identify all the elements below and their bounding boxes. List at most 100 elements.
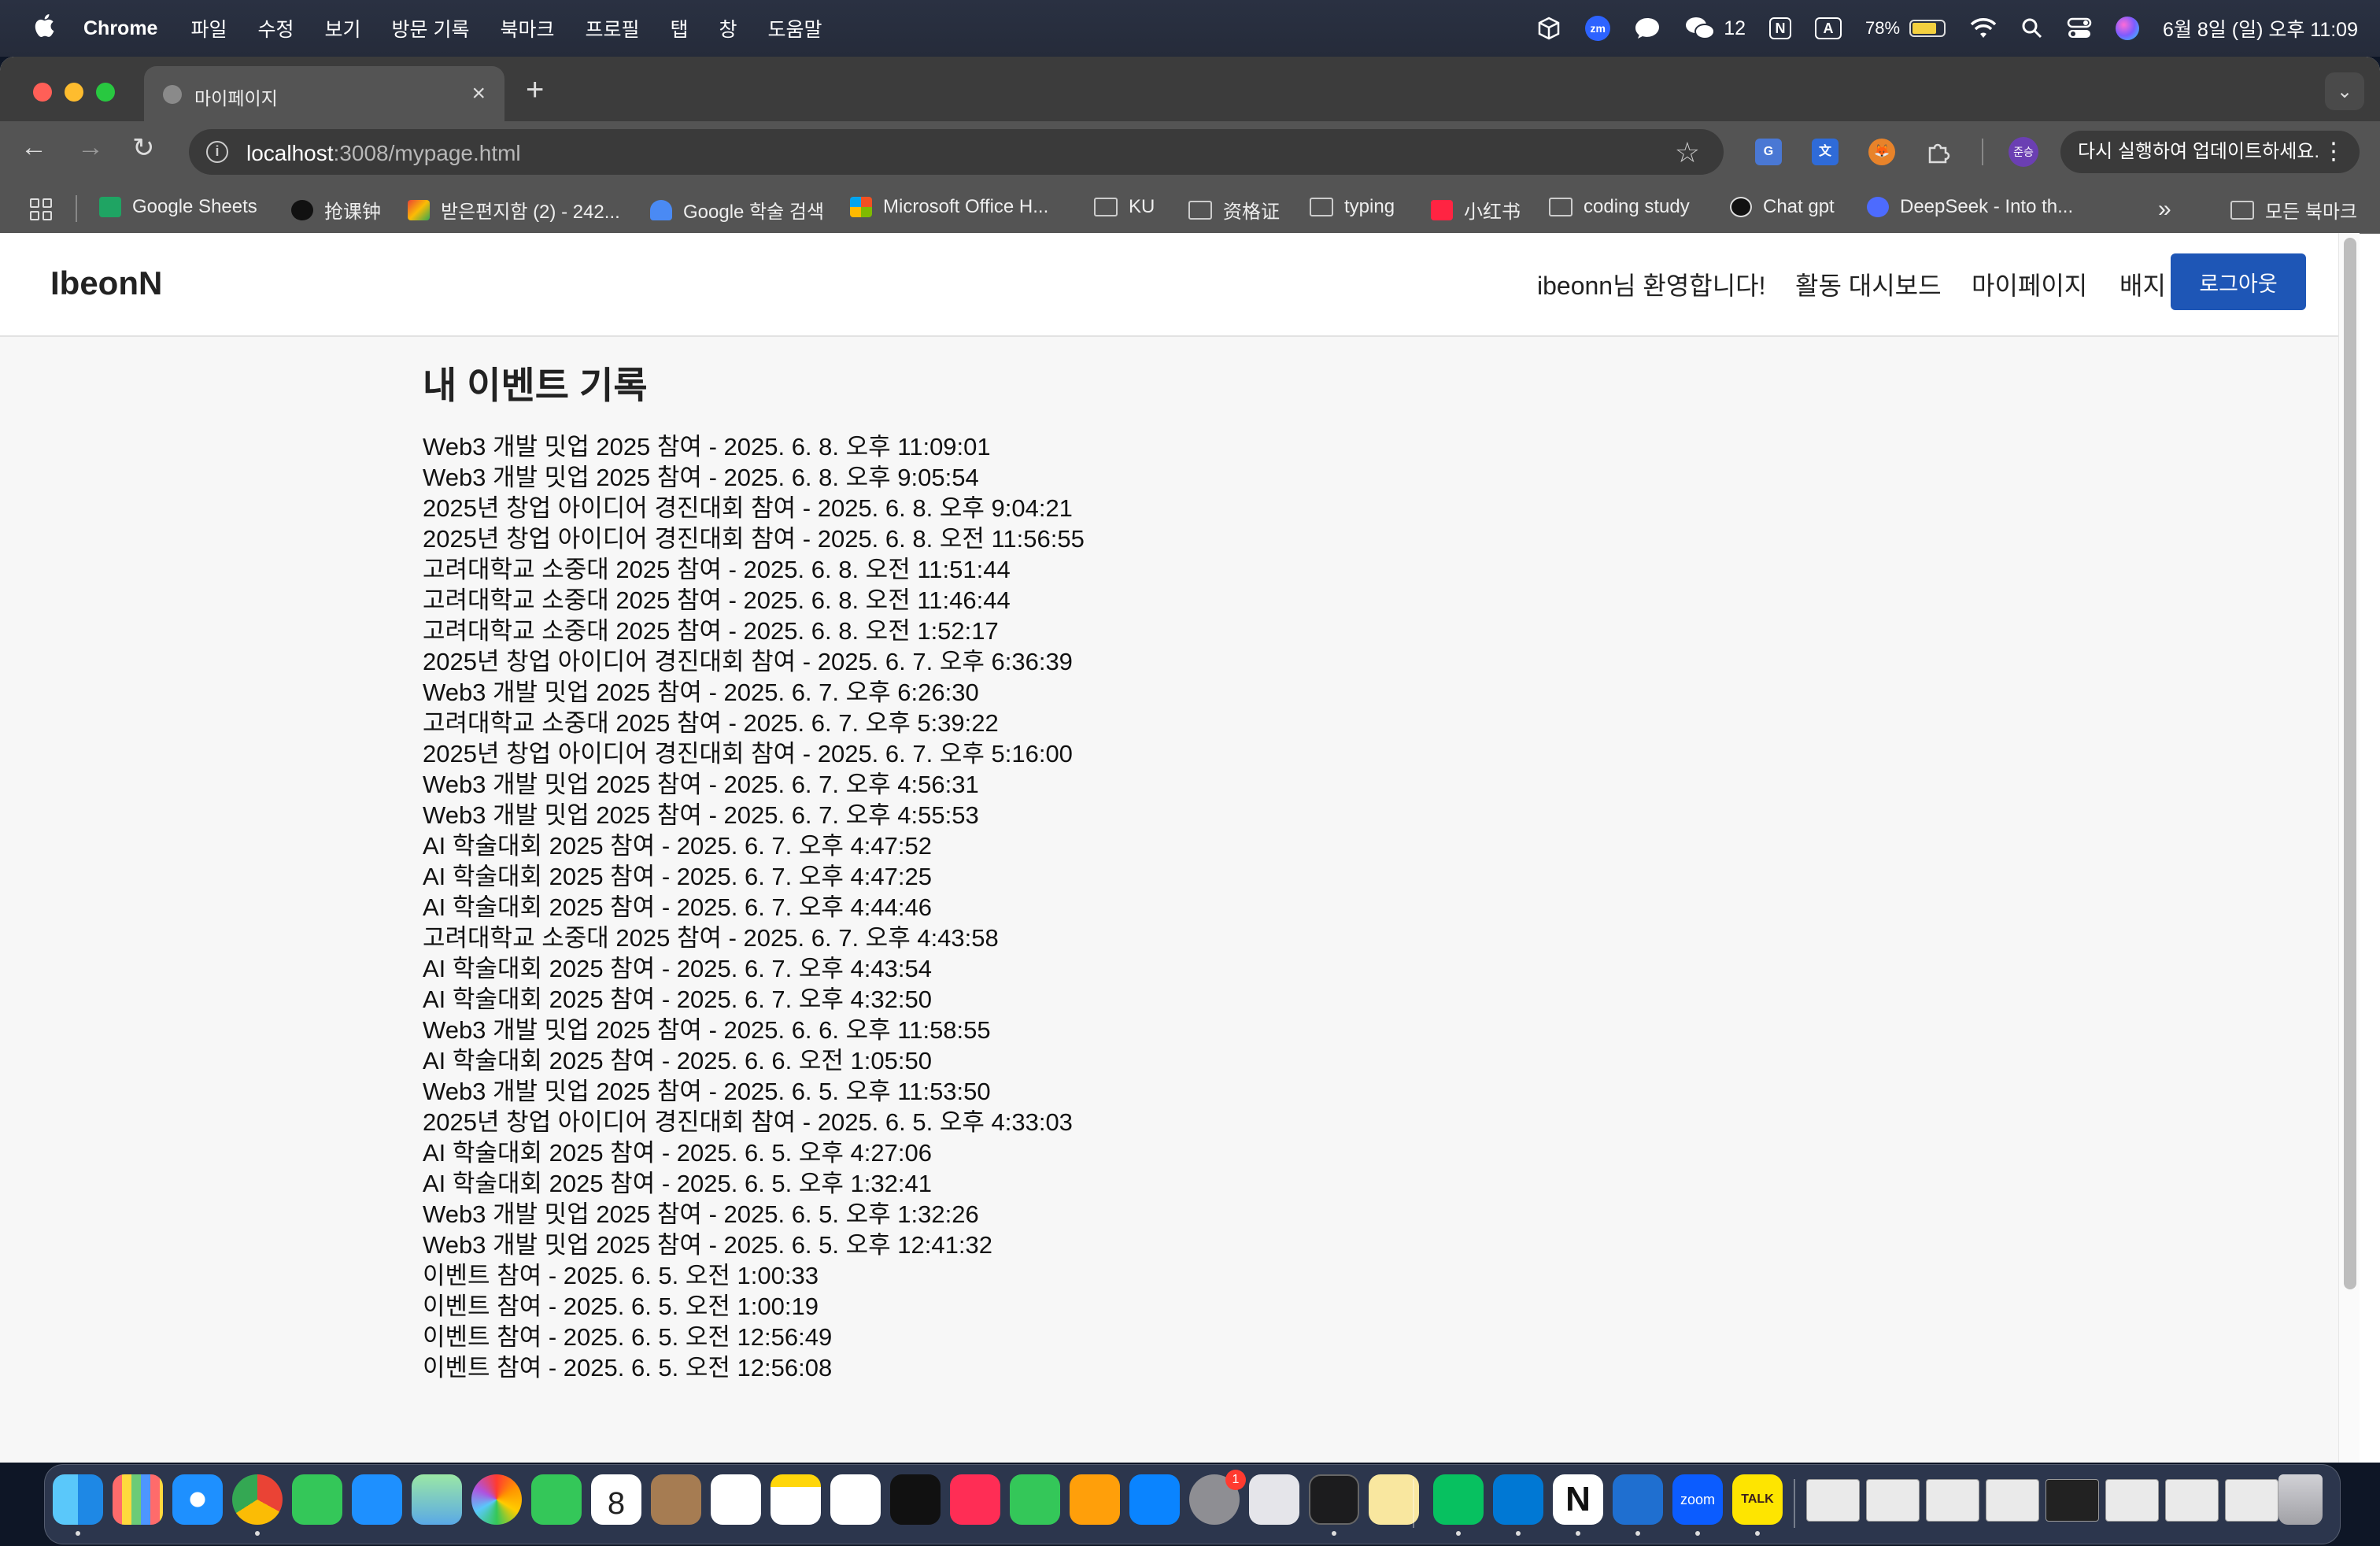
chat-bubble-icon[interactable] bbox=[1634, 17, 1661, 40]
facetime-icon[interactable] bbox=[531, 1474, 582, 1525]
maps-icon[interactable] bbox=[412, 1474, 462, 1525]
nav-mypage[interactable]: 마이페이지 bbox=[1972, 266, 2087, 302]
vscode-icon[interactable] bbox=[1493, 1474, 1543, 1525]
tab-mypage[interactable]: 마이페이지 × bbox=[144, 66, 504, 121]
numbers-icon[interactable] bbox=[1010, 1474, 1060, 1525]
pages-icon[interactable] bbox=[1070, 1474, 1120, 1525]
menu-profiles[interactable]: 프로필 bbox=[585, 14, 639, 43]
input-source-icon[interactable]: A bbox=[1815, 17, 1842, 39]
translate-extension-icon[interactable]: 文 bbox=[1812, 139, 1839, 165]
minimize-window-button[interactable] bbox=[65, 83, 83, 102]
bookmark-gmail-inbox[interactable]: 받은편지함 (2) - 242... bbox=[408, 196, 620, 224]
wechat-dock-icon[interactable] bbox=[1433, 1474, 1484, 1525]
wechat-status[interactable]: 12 bbox=[1684, 16, 1746, 41]
nav-badges[interactable]: 배지 bbox=[2119, 266, 2166, 302]
bookmark-star-icon[interactable]: ☆ bbox=[1675, 136, 1700, 169]
apple-icon[interactable] bbox=[31, 11, 55, 39]
minimized-window-thumbnail[interactable] bbox=[2105, 1479, 2159, 1522]
chrome-icon[interactable] bbox=[232, 1474, 283, 1525]
address-url[interactable]: localhost:3008/mypage.html bbox=[246, 141, 521, 166]
bookmark-microsoft-office[interactable]: Microsoft Office H... bbox=[850, 196, 1048, 218]
new-tab-button[interactable]: + bbox=[526, 72, 544, 108]
siri-icon[interactable] bbox=[2116, 17, 2140, 40]
address-bar[interactable]: i localhost:3008/mypage.html ☆ bbox=[189, 129, 1724, 175]
menu-history[interactable]: 방문 기록 bbox=[392, 14, 470, 43]
notion-menubar-icon[interactable]: N bbox=[1769, 17, 1791, 39]
bookmark-xiaohongshu[interactable]: 小红书 bbox=[1431, 196, 1521, 224]
nav-activity-dashboard[interactable]: 활동 대시보드 bbox=[1795, 266, 1942, 302]
calendar-icon[interactable]: 8 bbox=[591, 1474, 641, 1525]
menu-file[interactable]: 파일 bbox=[190, 14, 227, 43]
all-bookmarks-folder[interactable]: 모든 북마크 bbox=[2230, 196, 2357, 224]
vscode-insiders-icon[interactable] bbox=[1613, 1474, 1663, 1525]
zoom-dock-icon[interactable]: zoom bbox=[1672, 1474, 1723, 1525]
metamask-fox-icon[interactable]: 🦊 bbox=[1868, 139, 1895, 165]
forward-icon[interactable]: → bbox=[77, 132, 104, 163]
bookmark-deepseek[interactable]: DeepSeek - Into th... bbox=[1867, 196, 2073, 218]
mail-icon[interactable] bbox=[352, 1474, 402, 1525]
close-tab-icon[interactable]: × bbox=[471, 80, 486, 107]
minimized-window-thumbnail[interactable] bbox=[2225, 1479, 2278, 1522]
iphone-mirroring-icon[interactable] bbox=[1249, 1474, 1299, 1525]
app-menu-chrome[interactable]: Chrome bbox=[83, 17, 157, 40]
reload-icon[interactable]: ↻ bbox=[132, 132, 155, 164]
minimized-window-thumbnail[interactable] bbox=[2046, 1479, 2099, 1522]
site-logo[interactable]: IbeonN bbox=[50, 264, 162, 302]
update-chrome-button[interactable]: 다시 실행하여 업데이트하세요. ⋮ bbox=[2060, 131, 2360, 173]
bookmark-qiangkezhong[interactable]: 抢课钟 bbox=[291, 196, 381, 224]
profile-avatar[interactable]: 준승 bbox=[2009, 137, 2038, 167]
cube-icon[interactable] bbox=[1536, 16, 1561, 41]
freeform-icon[interactable] bbox=[830, 1474, 881, 1525]
bookmark-chatgpt[interactable]: Chat gpt bbox=[1730, 196, 1835, 218]
logout-button[interactable]: 로그아웃 bbox=[2171, 253, 2306, 310]
extensions-puzzle-icon[interactable] bbox=[1925, 139, 1952, 165]
apps-grid-icon[interactable] bbox=[30, 198, 52, 220]
stickies-icon[interactable] bbox=[1369, 1474, 1419, 1525]
bookmark-folder-certificates[interactable]: 资格证 bbox=[1188, 196, 1280, 224]
zoom-menubar-icon[interactable]: zm bbox=[1585, 16, 1611, 41]
bookmark-folder-ku[interactable]: KU bbox=[1094, 196, 1155, 218]
search-icon[interactable] bbox=[2021, 17, 2043, 39]
menu-edit[interactable]: 수정 bbox=[257, 14, 294, 43]
app-store-icon[interactable] bbox=[1129, 1474, 1180, 1525]
notion-dock-icon[interactable]: N bbox=[1553, 1474, 1603, 1525]
trash-icon[interactable] bbox=[2278, 1474, 2323, 1525]
minimized-window-thumbnail[interactable] bbox=[1806, 1479, 1860, 1522]
notes-icon[interactable] bbox=[771, 1474, 821, 1525]
bookmark-folder-typing[interactable]: typing bbox=[1310, 196, 1395, 218]
menu-bookmarks[interactable]: 북마크 bbox=[500, 14, 554, 43]
tab-search-button[interactable]: ⌄ bbox=[2325, 72, 2364, 110]
page-scrollbar[interactable] bbox=[2338, 233, 2360, 1463]
bookmark-folder-coding-study[interactable]: coding study bbox=[1549, 196, 1690, 218]
minimized-window-thumbnail[interactable] bbox=[1866, 1479, 1920, 1522]
scrollbar-thumb[interactable] bbox=[2344, 238, 2356, 1289]
site-info-icon[interactable]: i bbox=[206, 141, 228, 163]
google-translate-extension-icon[interactable]: G bbox=[1755, 139, 1782, 165]
menubar-datetime[interactable]: 6월 8일 (일) 오후 11:09 bbox=[2163, 14, 2358, 43]
apple-tv-icon[interactable] bbox=[890, 1474, 941, 1525]
minimized-window-thumbnail[interactable] bbox=[1926, 1479, 1979, 1522]
menu-tab[interactable]: 탭 bbox=[671, 14, 689, 43]
control-center-icon[interactable] bbox=[2067, 17, 2092, 39]
bookmark-google-sheets[interactable]: Google Sheets bbox=[99, 196, 257, 218]
kakaotalk-icon[interactable]: TALK bbox=[1732, 1474, 1783, 1525]
safari-icon[interactable] bbox=[172, 1474, 223, 1525]
photos-icon[interactable] bbox=[471, 1474, 522, 1525]
launchpad-icon[interactable] bbox=[113, 1474, 163, 1525]
menu-help[interactable]: 도움말 bbox=[768, 14, 822, 43]
minimized-window-thumbnail[interactable] bbox=[1986, 1479, 2039, 1522]
wifi-icon[interactable] bbox=[1969, 17, 1998, 39]
music-icon[interactable] bbox=[950, 1474, 1000, 1525]
bookmark-google-scholar[interactable]: Google 학술 검색 bbox=[650, 196, 824, 224]
menu-window[interactable]: 창 bbox=[719, 14, 737, 43]
back-icon[interactable]: ← bbox=[20, 132, 47, 163]
reminders-icon[interactable] bbox=[711, 1474, 761, 1525]
messages-icon[interactable] bbox=[292, 1474, 342, 1525]
bookmarks-overflow-chevron-icon[interactable]: » bbox=[2158, 196, 2171, 223]
maximize-window-button[interactable] bbox=[96, 83, 115, 102]
menu-view[interactable]: 보기 bbox=[325, 14, 361, 43]
close-window-button[interactable] bbox=[33, 83, 52, 102]
terminal-icon[interactable] bbox=[1309, 1474, 1359, 1525]
contacts-icon[interactable] bbox=[651, 1474, 701, 1525]
finder-icon[interactable] bbox=[53, 1474, 103, 1525]
